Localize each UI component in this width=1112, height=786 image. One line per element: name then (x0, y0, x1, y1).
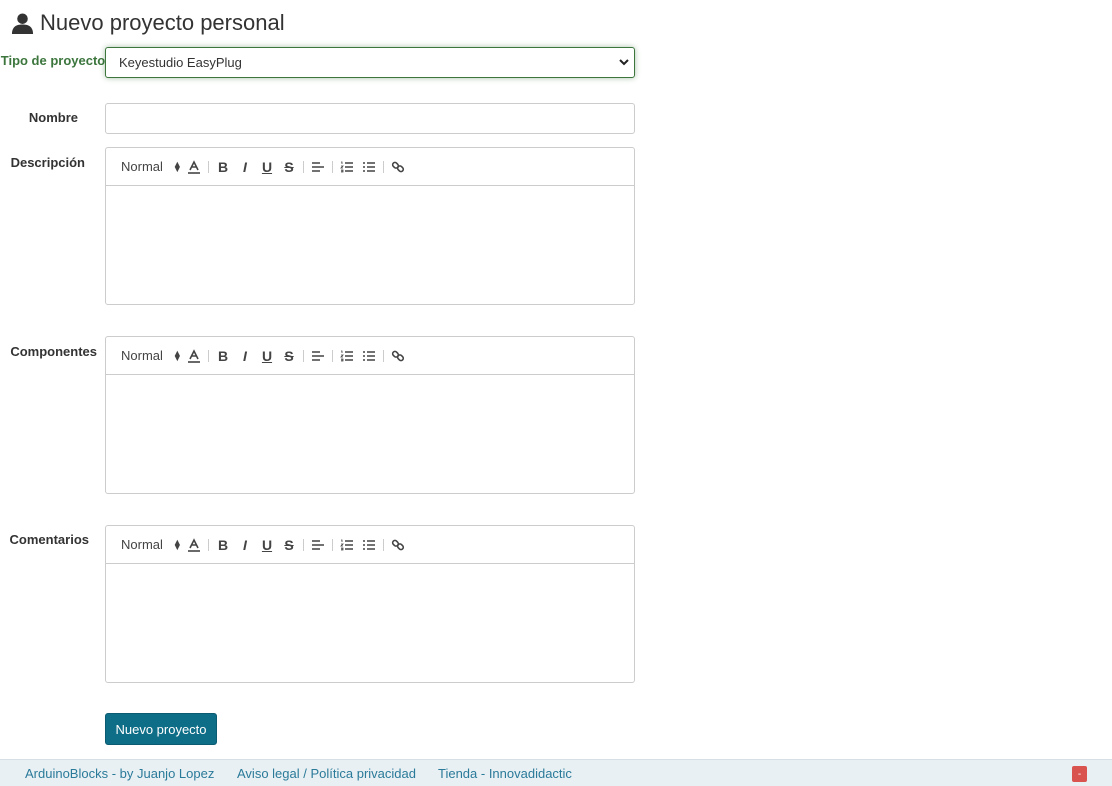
align-left-icon (312, 350, 324, 361)
bold-button[interactable]: B (212, 534, 234, 556)
ordered-list-icon (340, 350, 353, 361)
user-icon (11, 12, 34, 34)
header-select-label: Normal (121, 159, 163, 174)
align-button[interactable] (307, 156, 329, 178)
componentes-editor[interactable]: Normal ▲ ▼ B I U S (105, 336, 635, 494)
ordered-list-button[interactable] (336, 345, 358, 367)
italic-button[interactable]: I (234, 156, 256, 178)
tipo-label: Tipo de proyecto (0, 53, 106, 68)
toolbar-separator (383, 538, 384, 551)
strike-button[interactable]: S (278, 156, 300, 178)
toolbar-separator (332, 538, 333, 551)
link-button[interactable] (387, 534, 409, 556)
nombre-input[interactable] (105, 103, 635, 134)
header-select-label: Normal (121, 537, 163, 552)
link-button[interactable] (387, 156, 409, 178)
link-icon (391, 350, 405, 361)
underline-button[interactable]: U (256, 534, 278, 556)
chevron-down-icon (619, 59, 629, 66)
bullet-list-icon (363, 350, 375, 361)
bullet-list-icon (363, 539, 375, 550)
bullet-list-button[interactable] (358, 345, 380, 367)
descripcion-editor-content[interactable] (106, 186, 634, 304)
descripcion-label: Descripción (10, 155, 85, 170)
collapse-badge[interactable]: - (1072, 766, 1087, 782)
strike-button[interactable]: S (278, 345, 300, 367)
footer-link-aviso-legal[interactable]: Aviso legal (237, 766, 300, 781)
text-color-icon (188, 159, 200, 174)
descripcion-editor[interactable]: Normal ▲ ▼ B I U S (105, 147, 635, 305)
componentes-label: Componentes (10, 344, 97, 359)
footer-separator: / (299, 765, 311, 781)
link-icon (391, 161, 405, 172)
tipo-select[interactable]: Keyestudio EasyPlug (105, 47, 635, 78)
nombre-label: Nombre (28, 110, 78, 125)
updown-icon: ▲ ▼ (172, 347, 182, 363)
bullet-list-button[interactable] (358, 156, 380, 178)
header-select[interactable]: Normal ▲ ▼ (121, 159, 183, 174)
editor-toolbar: Normal ▲ ▼ B I U S (106, 148, 634, 186)
ordered-list-button[interactable] (336, 534, 358, 556)
comentarios-editor-content[interactable] (106, 564, 634, 682)
editor-toolbar: Normal ▲ ▼ B I U S (106, 337, 634, 375)
bullet-list-icon (363, 161, 375, 172)
header-select[interactable]: Normal ▲ ▼ (121, 537, 183, 552)
text-color-button[interactable] (183, 345, 205, 367)
footer: ArduinoBlocks - by Juanjo Lopez Aviso le… (0, 759, 1112, 786)
comentarios-label: Comentarios (9, 532, 89, 547)
toolbar-separator (332, 349, 333, 362)
text-color-button[interactable] (183, 534, 205, 556)
underline-button[interactable]: U (256, 345, 278, 367)
page-title: Nuevo proyecto personal (11, 10, 285, 36)
align-left-icon (312, 539, 324, 550)
header-select[interactable]: Normal ▲ ▼ (121, 348, 183, 363)
toolbar-separator (208, 349, 209, 362)
toolbar-separator (208, 538, 209, 551)
ordered-list-icon (340, 539, 353, 550)
toolbar-separator (208, 160, 209, 173)
toolbar-separator (303, 160, 304, 173)
align-button[interactable] (307, 345, 329, 367)
text-color-icon (188, 348, 200, 363)
toolbar-separator (383, 349, 384, 362)
editor-toolbar: Normal ▲ ▼ B I U S (106, 526, 634, 564)
updown-icon: ▲ ▼ (172, 536, 182, 552)
toolbar-separator (332, 160, 333, 173)
link-button[interactable] (387, 345, 409, 367)
italic-button[interactable]: I (234, 345, 256, 367)
align-left-icon (312, 161, 324, 172)
toolbar-separator (303, 538, 304, 551)
footer-link-privacidad[interactable]: Política privacidad (310, 766, 416, 781)
bold-button[interactable]: B (212, 156, 234, 178)
text-color-icon (188, 537, 200, 552)
footer-link-arduinoblocks[interactable]: ArduinoBlocks - by Juanjo Lopez (25, 766, 214, 781)
updown-icon: ▲ ▼ (172, 158, 182, 174)
tipo-selected-value: Keyestudio EasyPlug (119, 55, 242, 70)
componentes-editor-content[interactable] (106, 375, 634, 493)
comentarios-editor[interactable]: Normal ▲ ▼ B I U S (105, 525, 635, 683)
italic-button[interactable]: I (234, 534, 256, 556)
link-icon (391, 539, 405, 550)
footer-legal-group: Aviso legal / Política privacidad (237, 766, 416, 781)
ordered-list-icon (340, 161, 353, 172)
align-button[interactable] (307, 534, 329, 556)
text-color-button[interactable] (183, 156, 205, 178)
strike-button[interactable]: S (278, 534, 300, 556)
toolbar-separator (383, 160, 384, 173)
underline-button[interactable]: U (256, 156, 278, 178)
ordered-list-button[interactable] (336, 156, 358, 178)
footer-link-tienda[interactable]: Tienda - Innovadidactic (438, 766, 572, 781)
bold-button[interactable]: B (212, 345, 234, 367)
bullet-list-button[interactable] (358, 534, 380, 556)
toolbar-separator (303, 349, 304, 362)
page-title-text: Nuevo proyecto personal (40, 10, 285, 35)
header-select-label: Normal (121, 348, 163, 363)
nuevo-proyecto-button[interactable]: Nuevo proyecto (105, 713, 217, 745)
